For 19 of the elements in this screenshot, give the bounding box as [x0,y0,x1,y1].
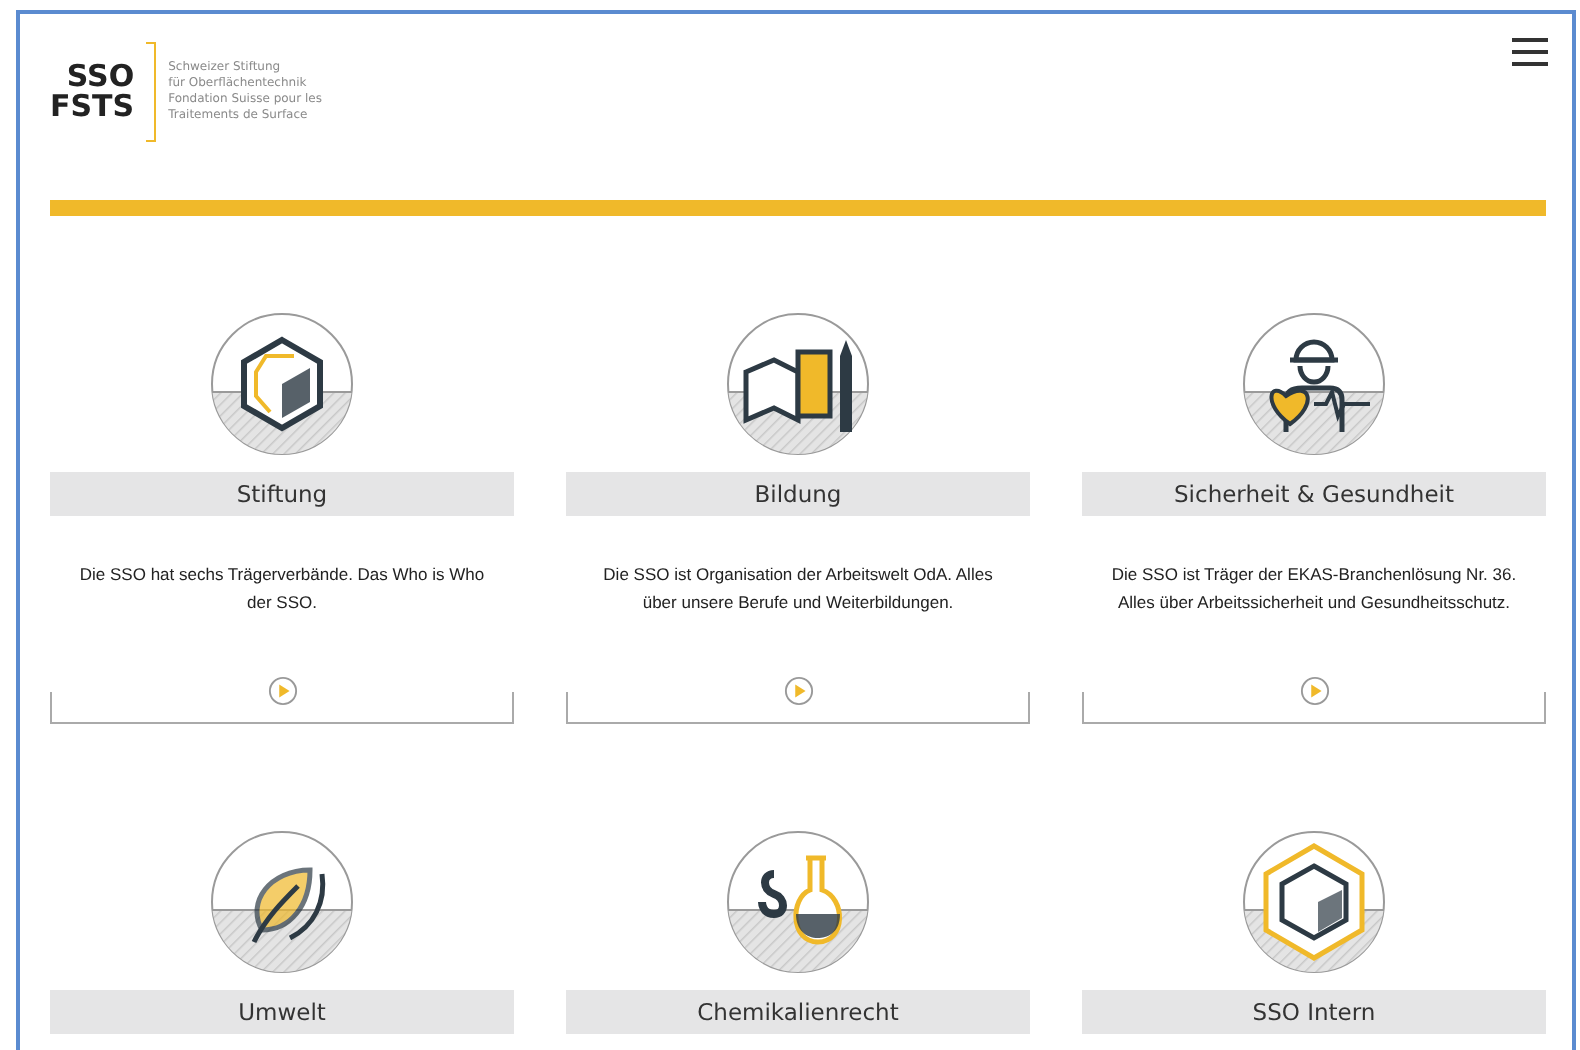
flask-icon[interactable] [726,830,870,974]
category-description: Die SSO hat sechs Trägerverbände. Das Who is Who der SSO. [77,562,487,616]
leaf-icon[interactable] [210,830,354,974]
category-title[interactable]: SSO Intern [1082,990,1546,1034]
category-title[interactable]: Umwelt [50,990,514,1034]
worker-icon[interactable] [1242,312,1386,456]
category-title[interactable]: Bildung [566,472,1030,516]
play-icon[interactable] [1299,676,1329,706]
menu-icon[interactable] [1512,38,1548,66]
play-icon[interactable] [267,676,297,706]
category-title[interactable]: Stiftung [50,472,514,516]
category-description: Die SSO ist Organisation der Arbeitswelt OdA. Alles über unsere Berufe und Weiterbildungen. [601,562,995,616]
play-icon[interactable] [783,676,813,706]
category-title[interactable]: Chemikalienrecht [566,990,1030,1034]
category-description: Die SSO ist Träger der EKAS-Branchenlösung Nr. 36. Alles über Arbeitssicherheit und Gesundheitsschutz. [1109,562,1519,616]
book-icon[interactable] [726,312,870,456]
category-title[interactable]: Sicherheit & Gesundheit [1082,472,1546,516]
logo[interactable]: SSO FSTS [50,62,135,122]
cube-icon[interactable] [1242,830,1386,974]
